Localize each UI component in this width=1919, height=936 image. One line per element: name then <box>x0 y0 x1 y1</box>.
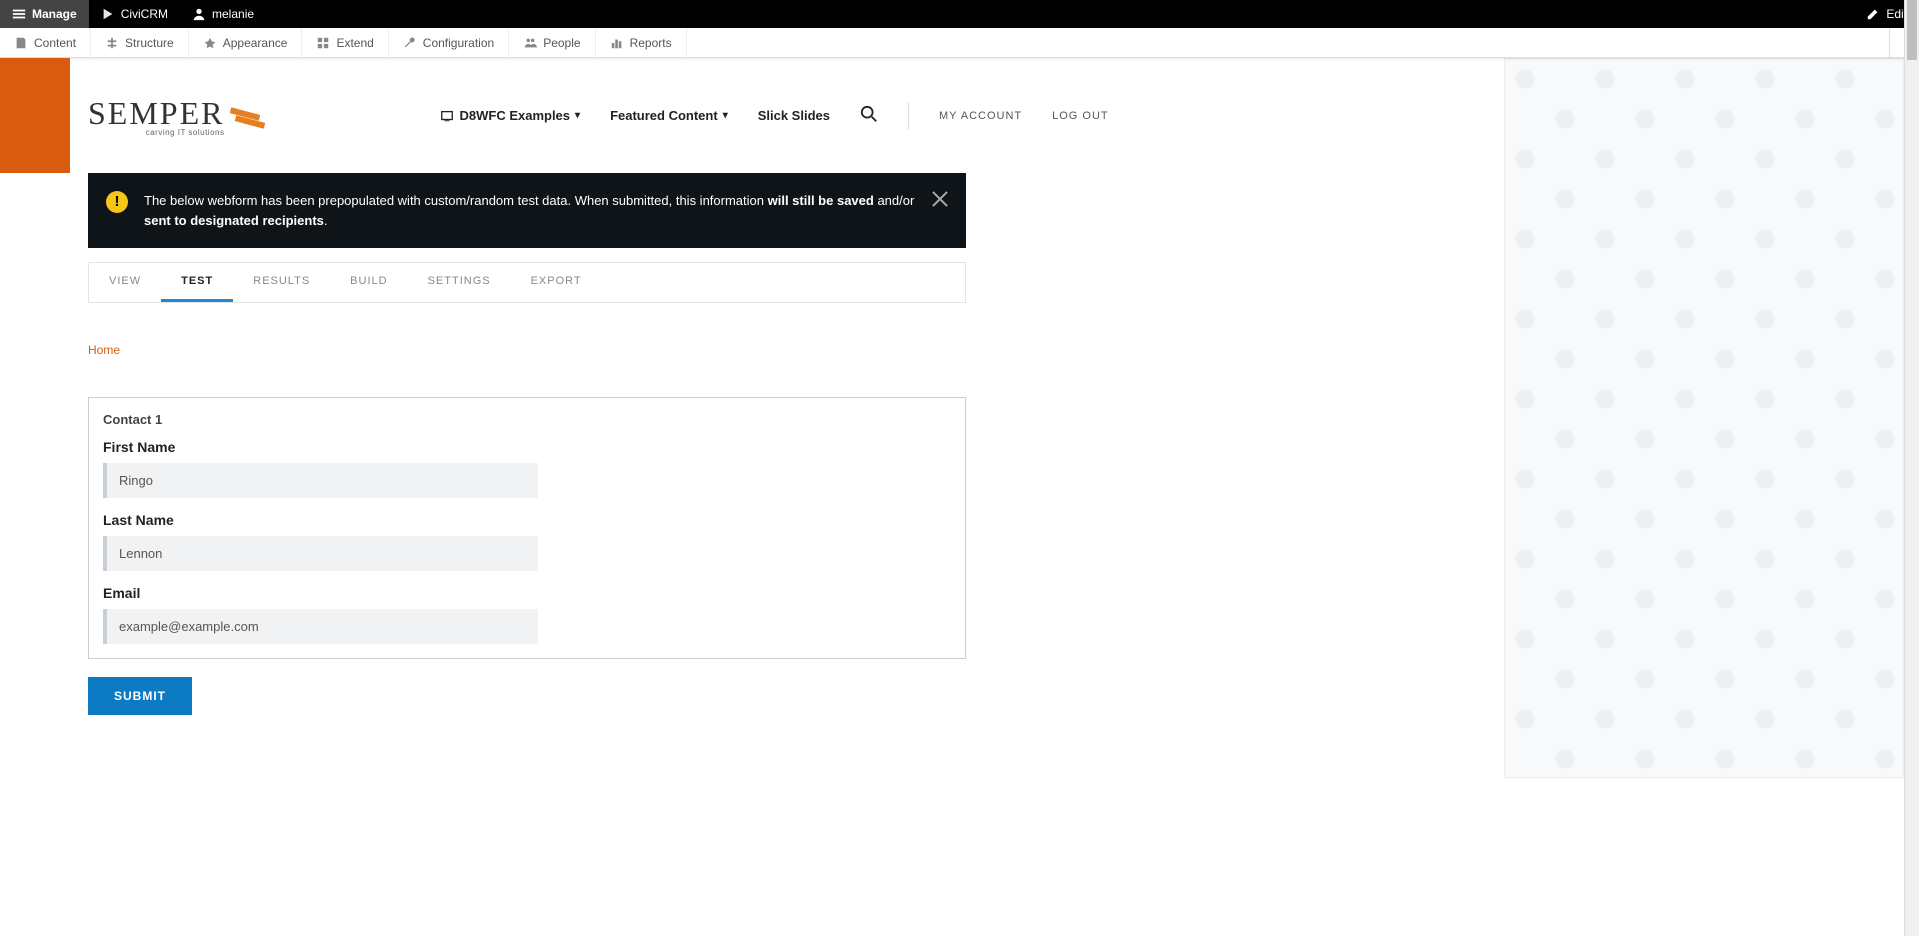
breadcrumb: Home <box>88 343 966 357</box>
pencil-icon <box>1866 7 1880 21</box>
contact-fieldset: Contact 1 First Name Last Name Email <box>88 397 966 659</box>
first-name-field[interactable] <box>103 463 538 498</box>
toolbar-structure[interactable]: Structure <box>91 28 189 57</box>
drupal-admin-bar: Manage CiviCRM melanie Edit <box>0 0 1919 28</box>
nav-account[interactable]: MY ACCOUNT <box>939 110 1022 122</box>
last-name-field[interactable] <box>103 536 538 571</box>
logo-text: SEMPER <box>88 95 224 132</box>
hamburger-icon <box>12 7 26 21</box>
toolbar-extend[interactable]: Extend <box>302 28 388 57</box>
toolbar-extend-label: Extend <box>336 36 373 50</box>
nav-slides-label: Slick Slides <box>758 108 830 123</box>
toolbar-people-label: People <box>543 36 580 50</box>
email-field[interactable] <box>103 609 538 644</box>
accent-stripe <box>0 58 70 173</box>
submit-button[interactable]: SUBMIT <box>88 677 192 715</box>
people-icon <box>523 36 537 50</box>
alert-bold-1: will still be saved <box>768 193 874 208</box>
admin-toolbar: Content Structure Appearance Extend Conf… <box>0 28 1919 58</box>
tab-build[interactable]: BUILD <box>330 263 407 302</box>
toolbar-configuration[interactable]: Configuration <box>389 28 509 57</box>
device-icon <box>440 109 454 123</box>
alert-text-3: . <box>324 213 328 228</box>
toolbar-content-label: Content <box>34 36 76 50</box>
toolbar-structure-label: Structure <box>125 36 174 50</box>
tab-export[interactable]: EXPORT <box>511 263 602 302</box>
breadcrumb-home[interactable]: Home <box>88 343 120 357</box>
nav-logout[interactable]: LOG OUT <box>1052 110 1109 122</box>
site-logo[interactable]: SEMPER carving IT solutions <box>88 95 270 137</box>
tab-settings[interactable]: SETTINGS <box>408 263 511 302</box>
reports-icon <box>610 36 624 50</box>
last-name-label: Last Name <box>103 512 951 528</box>
sidebar-pattern <box>1504 58 1904 778</box>
chevron-down-icon: ▾ <box>575 110 580 121</box>
nav-featured-label: Featured Content <box>610 108 718 123</box>
wrench-icon <box>403 36 417 50</box>
user-label: melanie <box>212 7 254 21</box>
nav-separator <box>908 102 909 130</box>
civicrm-label: CiviCRM <box>121 7 168 21</box>
nav-examples[interactable]: D8WFC Examples ▾ <box>440 108 580 123</box>
tab-view[interactable]: VIEW <box>89 263 161 302</box>
page-scrollbar[interactable]: ▲ <box>1904 0 1919 936</box>
alert-text-2: and/or <box>874 193 914 208</box>
nav-examples-label: D8WFC Examples <box>459 108 570 123</box>
search-icon <box>860 105 878 123</box>
extend-icon <box>316 36 330 50</box>
content-icon <box>14 36 28 50</box>
toolbar-reports[interactable]: Reports <box>596 28 687 57</box>
warning-icon: ! <box>106 191 128 213</box>
toolbar-appearance[interactable]: Appearance <box>189 28 303 57</box>
scrollbar-thumb[interactable] <box>1907 0 1917 60</box>
alert-text-1: The below webform has been prepopulated … <box>144 193 768 208</box>
nav-slides[interactable]: Slick Slides <box>758 108 830 123</box>
chevron-down-icon: ▾ <box>723 110 728 121</box>
close-icon[interactable] <box>930 189 950 209</box>
toolbar-appearance-label: Appearance <box>223 36 288 50</box>
tab-test[interactable]: TEST <box>161 263 233 302</box>
appearance-icon <box>203 36 217 50</box>
fieldset-legend: Contact 1 <box>103 412 951 427</box>
toolbar-content[interactable]: Content <box>0 28 91 57</box>
manage-label: Manage <box>32 7 77 21</box>
nav-featured[interactable]: Featured Content ▾ <box>610 108 728 123</box>
email-label: Email <box>103 585 951 601</box>
civicrm-link[interactable]: CiviCRM <box>89 0 180 28</box>
manage-button[interactable]: Manage <box>0 0 89 28</box>
tab-results[interactable]: RESULTS <box>233 263 330 302</box>
search-button[interactable] <box>860 105 878 126</box>
toolbar-configuration-label: Configuration <box>423 36 494 50</box>
warning-message: ! The below webform has been prepopulate… <box>88 173 966 248</box>
alert-bold-2: sent to designated recipients <box>144 213 324 228</box>
civicrm-icon <box>101 7 115 21</box>
structure-icon <box>105 36 119 50</box>
primary-tabs: VIEW TEST RESULTS BUILD SETTINGS EXPORT <box>88 262 966 303</box>
toolbar-reports-label: Reports <box>630 36 672 50</box>
user-icon <box>192 7 206 21</box>
site-header: SEMPER carving IT solutions D8WFC Exampl… <box>88 58 1148 173</box>
user-menu[interactable]: melanie <box>180 0 266 28</box>
logo-graphic-icon <box>230 101 270 131</box>
first-name-label: First Name <box>103 439 951 455</box>
toolbar-people[interactable]: People <box>509 28 595 57</box>
